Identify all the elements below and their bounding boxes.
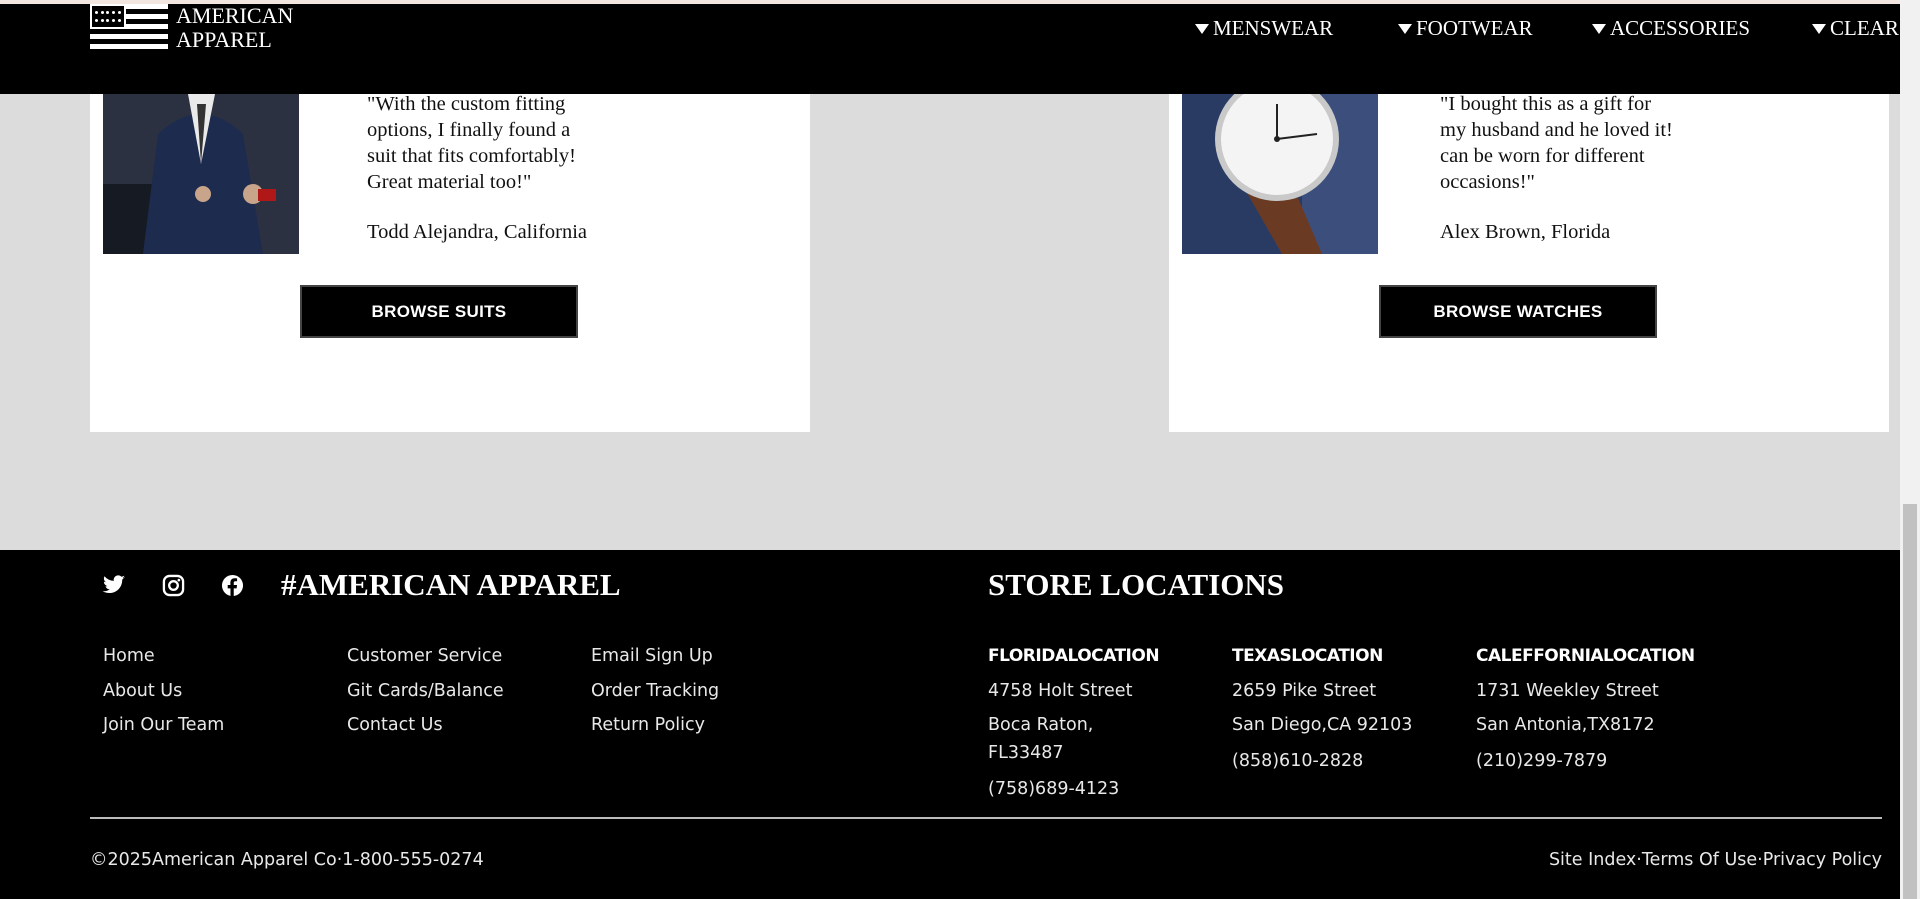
scrollbar-thumb[interactable] [1903,504,1917,899]
footer-link-home[interactable]: Home [103,646,155,666]
browse-watches-button[interactable]: BROWSE WATCHES [1379,285,1657,338]
nav-accessories[interactable]: ACCESSORIES [1592,16,1750,41]
testimonial-card-suits: "With the custom fitting options, I fina… [90,93,810,432]
location-phone[interactable]: (210)299-7879 [1476,751,1607,771]
location-city: San Diego,CA 92103 [1232,715,1413,735]
nav-footwear[interactable]: FOOTWEAR [1398,16,1533,41]
testimonial-card-watches: "I bought this as a gift for my husband … [1169,93,1889,432]
nav-menswear[interactable]: MENSWEAR [1195,16,1333,41]
twitter-icon[interactable] [102,574,126,601]
site-logo[interactable]: AMERICAN APPAREL [90,4,293,54]
chevron-down-icon [1592,23,1606,34]
footer-link-gift-cards[interactable]: Git Cards/Balance [347,681,504,701]
location-zip: FL33487 [988,743,1064,763]
nav-clearance[interactable]: CLEAR [1812,16,1899,41]
chevron-down-icon [1812,23,1826,34]
testimonial-quote: "With the custom fitting options, I fina… [367,93,576,193]
logo-text: AMERICAN APPAREL [176,3,294,52]
legal-links: Site Index · Terms Of Use · Privacy Poli… [1549,850,1882,870]
footer-link-order-tracking[interactable]: Order Tracking [591,681,719,701]
footer-link-email-signup[interactable]: Email Sign Up [591,646,713,666]
location-name: TEXASLOCATION [1232,646,1383,666]
page-scrollbar[interactable] [1900,0,1920,899]
footer-link-contact[interactable]: Contact Us [347,715,443,735]
chevron-down-icon [1195,23,1209,34]
terms-link[interactable]: Terms Of Use [1642,850,1757,870]
footer-link-about[interactable]: About Us [103,681,182,701]
browse-suits-button[interactable]: BROWSE SUITS [300,285,578,338]
location-street: 4758 Holt Street [988,681,1133,701]
footer-divider [90,817,1882,819]
testimonial-author: Todd Alejandra, California [367,221,588,243]
suit-photo [103,94,299,254]
watch-photo [1182,94,1378,254]
footer-link-join[interactable]: Join Our Team [103,715,224,735]
site-footer: #AMERICAN APPAREL STORE LOCATIONS Home A… [0,550,1900,899]
location-city: Boca Raton, [988,715,1094,735]
copyright-text: ©2025American Apparel Co·1-800-555-0274 [90,850,484,870]
location-name: CALEFFORNIALOCATION [1476,646,1695,666]
location-street: 1731 Weekley Street [1476,681,1659,701]
location-phone[interactable]: (858)610-2828 [1232,751,1363,771]
footer-link-return-policy[interactable]: Return Policy [591,715,705,735]
location-name: FLORIDALOCATION [988,646,1160,666]
footer-link-customer-service[interactable]: Customer Service [347,646,502,666]
location-street: 2659 Pike Street [1232,681,1377,701]
chevron-down-icon [1398,23,1412,34]
site-index-link[interactable]: Site Index [1549,850,1636,870]
location-phone[interactable]: (758)689-4123 [988,779,1119,799]
site-header: AMERICAN APPAREL MENSWEAR FOOTWEAR ACCES… [0,4,1900,94]
privacy-link[interactable]: Privacy Policy [1763,850,1882,870]
instagram-icon[interactable] [162,574,185,602]
store-locations-title: STORE LOCATIONS [988,567,1285,602]
testimonial-author: Alex Brown, Florida [1440,221,1611,243]
location-city: San Antonia,TX8172 [1476,715,1655,735]
flag-icon [90,4,168,54]
testimonial-quote: "I bought this as a gift for my husband … [1440,93,1673,193]
hashtag-title: #AMERICAN APPAREL [281,567,621,602]
facebook-icon[interactable] [221,574,244,602]
